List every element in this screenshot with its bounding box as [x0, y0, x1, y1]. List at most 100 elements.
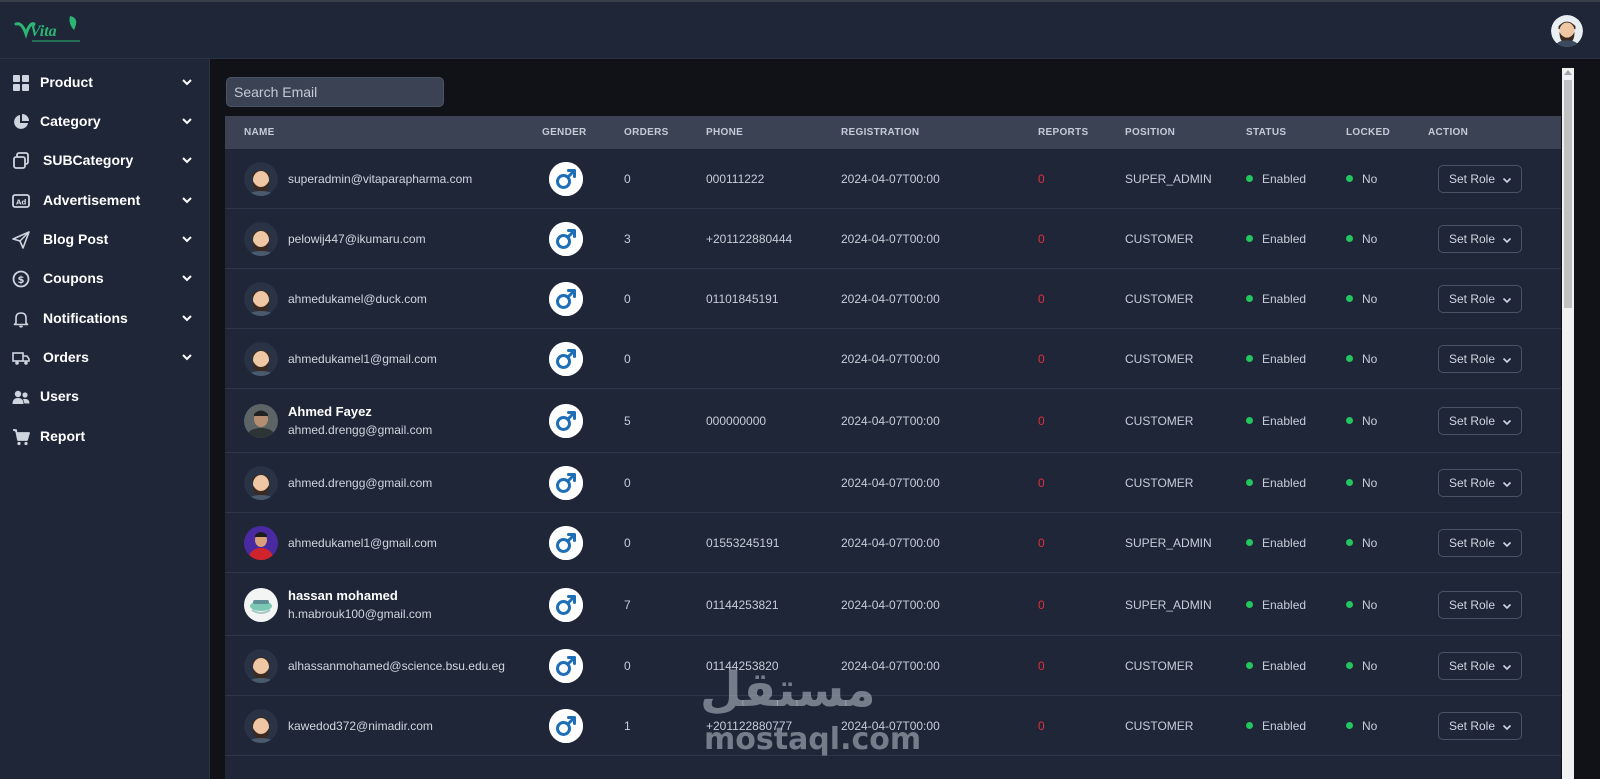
status-dot — [1246, 295, 1253, 302]
set-role-button[interactable]: Set Role — [1438, 590, 1522, 619]
column-header-reports[interactable]: REPORTS — [1038, 127, 1088, 138]
sidebar-item-advertisement[interactable]: Ad Advertisement — [0, 181, 210, 221]
orders-count: 5 — [624, 414, 631, 428]
locked-text: No — [1362, 172, 1378, 186]
watermark-arabic: مستقل — [700, 662, 876, 718]
column-header-registration[interactable]: REGISTRATION — [841, 127, 919, 138]
column-header-gender[interactable]: GENDER — [542, 127, 587, 138]
user-name: Ahmed Fayez — [288, 404, 372, 419]
chevron-down-icon — [182, 79, 192, 86]
set-role-button[interactable]: Set Role — [1438, 407, 1522, 435]
user-position: SUPER_ADMIN — [1125, 536, 1212, 550]
vita-logo[interactable]: Vita — [12, 12, 86, 46]
locked-text: No — [1362, 292, 1378, 306]
column-header-orders[interactable]: ORDERS — [624, 127, 669, 138]
set-role-label: Set Role — [1449, 476, 1496, 490]
table-row[interactable]: ahmed.drengg@gmail.com 0 2024-04-07T00:00 0… — [225, 453, 1561, 513]
pie-chart-icon — [14, 114, 29, 129]
sidebar-item-subcategory[interactable]: SUBCategory — [0, 141, 210, 181]
reports-count: 0 — [1038, 719, 1045, 733]
chevron-down-icon — [182, 354, 192, 361]
phone-number: 000000000 — [706, 414, 767, 428]
sidebar-item-blog-post[interactable]: Blog Post — [0, 220, 210, 260]
column-header-action[interactable]: ACTION — [1428, 127, 1468, 138]
locked-badge: No — [1346, 172, 1377, 186]
column-header-position[interactable]: POSITION — [1125, 127, 1175, 138]
sidebar-item-label: Coupons — [43, 270, 104, 286]
status-badge: Enabled — [1246, 232, 1306, 246]
status-text: Enabled — [1262, 597, 1307, 612]
set-role-button[interactable]: Set Role — [1438, 165, 1522, 193]
sidebar-item-coupons[interactable]: $ Coupons — [0, 259, 210, 299]
set-role-button[interactable]: Set Role — [1438, 712, 1522, 740]
table-row[interactable]: hassan mohamed h.mabrouk100@gmail.com 7 011… — [225, 573, 1561, 636]
user-email: alhassanmohamed@science.bsu.edu.eg — [288, 659, 505, 673]
set-role-button[interactable]: Set Role — [1438, 225, 1522, 253]
status-text: Enabled — [1262, 172, 1307, 186]
male-gender-icon — [549, 162, 583, 196]
status-badge: Enabled — [1246, 172, 1306, 186]
scroll-thumb[interactable] — [1564, 80, 1572, 308]
male-gender-icon — [549, 222, 583, 256]
user-name: hassan mohamed — [288, 587, 398, 603]
male-gender-icon — [549, 466, 583, 500]
locked-dot — [1346, 662, 1353, 669]
column-header-name[interactable]: NAME — [244, 127, 275, 138]
chevron-down-icon — [1502, 481, 1512, 488]
locked-text: No — [1362, 352, 1378, 366]
table-row[interactable]: ahmedukamel@duck.com 0 01101845191 2024-04-… — [225, 269, 1561, 329]
locked-text: No — [1362, 719, 1378, 733]
status-text: Enabled — [1262, 476, 1307, 490]
chevron-down-icon — [1502, 237, 1512, 244]
column-header-locked[interactable]: LOCKED — [1346, 127, 1390, 138]
set-role-button[interactable]: Set Role — [1438, 345, 1522, 373]
status-dot — [1246, 600, 1253, 608]
table-row[interactable]: Ahmed Fayez ahmed.drengg@gmail.com 5 000000… — [225, 389, 1561, 453]
user-email: superadmin@vitaparapharma.com — [288, 172, 473, 186]
column-header-phone[interactable]: PHONE — [706, 127, 743, 138]
phone-number: 01144253821 — [706, 597, 779, 612]
locked-text: No — [1362, 476, 1378, 490]
user-avatar — [244, 649, 278, 683]
registration-date: 2024-04-07T00:00 — [841, 414, 940, 428]
table-row[interactable]: ahmedukamel1@gmail.com 0 01553245191 2024-0… — [225, 513, 1561, 573]
table-row[interactable]: ahmedukamel1@gmail.com 0 2024-04-07T00:00 0… — [225, 329, 1561, 389]
user-avatar[interactable] — [1551, 15, 1583, 47]
status-text: Enabled — [1262, 292, 1307, 306]
table-row[interactable]: superadmin@vitaparapharma.com 0 000111222 2… — [225, 149, 1561, 209]
scroll-up-arrow[interactable] — [1564, 70, 1572, 75]
registration-date: 2024-04-07T00:00 — [841, 476, 940, 490]
sidebar-item-notifications[interactable]: Notifications — [0, 299, 210, 339]
orders-count: 0 — [624, 659, 631, 673]
user-email: ahmedukamel1@gmail.com — [288, 352, 437, 366]
status-text: Enabled — [1262, 414, 1307, 428]
table-row[interactable]: pelowij447@ikumaru.com 3 +201122880444 2024… — [225, 209, 1561, 269]
user-position: SUPER_ADMIN — [1125, 172, 1212, 186]
chevron-down-icon — [1502, 297, 1512, 304]
reports-count: 0 — [1038, 476, 1045, 490]
set-role-button[interactable]: Set Role — [1438, 285, 1522, 313]
locked-dot — [1346, 355, 1353, 362]
locked-badge: No — [1346, 598, 1377, 612]
vertical-scrollbar[interactable] — [1562, 68, 1574, 779]
sidebar-item-category[interactable]: Category — [0, 102, 210, 142]
column-header-status[interactable]: STATUS — [1246, 127, 1286, 138]
user-position: CUSTOMER — [1125, 414, 1194, 428]
set-role-button[interactable]: Set Role — [1438, 469, 1522, 497]
status-badge: Enabled — [1246, 598, 1306, 612]
sidebar-item-label: Category — [40, 113, 101, 129]
set-role-button[interactable]: Set Role — [1438, 529, 1522, 557]
chevron-down-icon — [1502, 664, 1512, 671]
user-email: ahmed.drengg@gmail.com — [288, 423, 433, 437]
sidebar-item-users[interactable]: Users — [0, 377, 210, 417]
reports-count: 0 — [1038, 659, 1045, 673]
sidebar-item-orders[interactable]: Orders — [0, 338, 210, 378]
reports-count: 0 — [1038, 292, 1045, 306]
locked-dot — [1346, 600, 1353, 608]
sidebar-item-report[interactable]: Report — [0, 417, 210, 457]
chevron-down-icon — [182, 157, 192, 164]
search-email-input[interactable] — [226, 77, 444, 107]
locked-text: No — [1362, 597, 1378, 612]
set-role-button[interactable]: Set Role — [1438, 652, 1522, 680]
sidebar-item-product[interactable]: Product — [0, 63, 210, 103]
